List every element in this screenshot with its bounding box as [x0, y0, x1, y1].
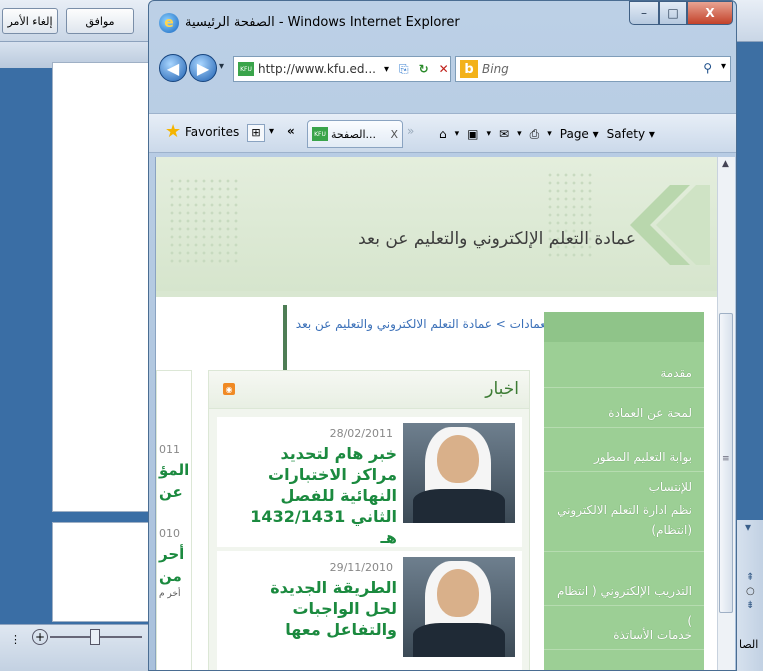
- banner-title: عمادة التعلم الإلكتروني والتعليم عن بعد: [358, 229, 636, 249]
- bing-icon: b: [460, 60, 478, 78]
- zoom-in-icon[interactable]: +: [32, 629, 48, 645]
- news-photo: [403, 423, 515, 523]
- address-input[interactable]: KFU http://www.kfu.ed... ▾ ⎘ ↻ ✕: [233, 56, 451, 82]
- rss-icon[interactable]: ◉: [223, 383, 235, 395]
- scrollbar-thumb[interactable]: ≡: [719, 313, 733, 613]
- banner-pattern: [168, 177, 238, 267]
- status-text: الصا: [739, 638, 759, 651]
- news-headline-link[interactable]: خبر هام لتحديد مراكز الاختبارات النهائية…: [237, 443, 397, 548]
- tab-close-icon[interactable]: X: [390, 128, 398, 141]
- mail-icon[interactable]: ✉: [499, 127, 509, 141]
- grip-icon: ≡: [722, 454, 730, 464]
- news-panel: اخبار ◉ 28/02/2011 خبر هام لتحديد مراكز …: [208, 370, 530, 670]
- maximize-button[interactable]: □: [659, 1, 687, 25]
- home-dropdown-icon[interactable]: ▾: [455, 129, 460, 139]
- address-dropdown-icon[interactable]: ▾: [384, 64, 389, 75]
- sidebar-item-lms[interactable]: نظم ادارة التعلم الالكتروني (انتظام): [544, 490, 704, 552]
- left-headline-link[interactable]: من: [159, 567, 182, 585]
- feeds-icon[interactable]: ▣: [467, 127, 478, 141]
- left-headline-link[interactable]: المؤ: [159, 461, 189, 479]
- ie-logo-icon: e: [159, 13, 179, 33]
- scroll-up-icon[interactable]: ▲: [722, 159, 729, 169]
- tabs-scroll-right-icon[interactable]: »: [407, 124, 414, 138]
- sidebar-item-portal[interactable]: بوابة التعليم المطور للإنتساب: [544, 442, 704, 494]
- safety-menu[interactable]: Safety ▾: [607, 127, 655, 141]
- stop-icon[interactable]: ✕: [439, 62, 449, 76]
- home-icon[interactable]: ⌂: [439, 127, 447, 141]
- print-dropdown-icon[interactable]: ▾: [547, 129, 552, 139]
- chevron-down-icon[interactable]: ▾: [745, 520, 751, 534]
- page-menu[interactable]: Page ▾: [560, 127, 599, 141]
- news-item[interactable]: 28/02/2011 خبر هام لتحديد مراكز الاختبار…: [217, 417, 522, 547]
- prev-page-icon[interactable]: ⇞: [746, 572, 754, 583]
- mail-dropdown-icon[interactable]: ▾: [517, 129, 522, 139]
- refresh-icon[interactable]: ↻: [419, 62, 429, 76]
- left-headline-link[interactable]: عن: [159, 483, 183, 501]
- compatibility-icon[interactable]: ⎘: [399, 62, 409, 77]
- zoom-slider[interactable]: ⋮ +: [0, 624, 150, 671]
- feeds-dropdown-icon[interactable]: ▾: [487, 129, 492, 139]
- address-url: http://www.kfu.ed...: [258, 62, 376, 76]
- news-headline-link[interactable]: الطريقة الجديدة لحل الواجبات والتفاعل مع…: [237, 577, 397, 640]
- title-bar: e الصفحة الرئيسية - Windows Internet Exp…: [149, 1, 736, 43]
- cancel-button[interactable]: إلغاء الأمر: [2, 8, 58, 34]
- tab-strip: ⊞ ▾ « KFU الصفحة... X »: [247, 118, 437, 150]
- site-favicon: KFU: [238, 62, 254, 76]
- select-browse-icon[interactable]: ○: [746, 586, 755, 597]
- status-text: ⋮: [10, 633, 21, 646]
- news-title: اخبار: [485, 379, 519, 399]
- print-icon[interactable]: ⎙: [530, 127, 540, 142]
- command-bar: ⌂ ▾ ▣ ▾ ✉ ▾ ⎙ ▾ Page ▾ Safety ▾: [439, 122, 736, 146]
- sidebar-item-training[interactable]: التدريب الإلكتروني ( انتظام ): [544, 576, 704, 628]
- chevron-logo-icon: [630, 185, 710, 265]
- tab-active[interactable]: KFU الصفحة... X: [307, 120, 403, 148]
- left-date: 011: [159, 443, 180, 456]
- document-page: [52, 522, 150, 622]
- tab-list-icon[interactable]: ▾: [269, 126, 274, 137]
- web-page: عمادة التعلم الإلكتروني والتعليم عن بعد …: [155, 157, 717, 670]
- search-icon[interactable]: ⚲: [703, 61, 712, 75]
- left-date: 010: [159, 527, 180, 540]
- tabs-scroll-left-icon[interactable]: «: [287, 124, 295, 138]
- tab-title: الصفحة...: [331, 127, 377, 141]
- document-page: [52, 62, 150, 512]
- tab-favicon: KFU: [312, 127, 328, 141]
- site-banner: عمادة التعلم الإلكتروني والتعليم عن بعد: [156, 157, 717, 297]
- slider-thumb[interactable]: [90, 629, 100, 645]
- search-input[interactable]: b Bing ⚲ ▾: [455, 56, 731, 82]
- next-page-icon[interactable]: ⇟: [746, 600, 754, 611]
- ie-window: e الصفحة الرئيسية - Windows Internet Exp…: [148, 0, 737, 671]
- left-news-column: 011 المؤ عن 010 أحر من أخر م: [156, 370, 192, 670]
- ok-button[interactable]: موافق: [66, 8, 134, 34]
- news-photo: [403, 557, 515, 657]
- back-icon[interactable]: ◀: [159, 54, 187, 82]
- forward-icon[interactable]: ▶: [189, 54, 217, 82]
- news-date: 29/11/2010: [329, 561, 393, 574]
- quick-tabs-icon[interactable]: ⊞: [247, 124, 265, 142]
- sidebar-menu: مقدمة لمحة عن العمادة بوابة التعليم المط…: [544, 312, 704, 670]
- left-more-text: أخر م: [159, 589, 181, 599]
- window-title: الصفحة الرئيسية - Windows Internet Explo…: [185, 15, 460, 30]
- background-scroll-controls: ▾ ⇞ ○ ⇟ الصا: [737, 520, 763, 671]
- left-headline-link[interactable]: أحر: [159, 545, 184, 563]
- search-placeholder: Bing: [482, 62, 509, 76]
- sidebar-item-about[interactable]: لمحة عن العمادة: [544, 398, 704, 428]
- favorites-command-bar: ★ Favorites ⊞ ▾ « KFU الصفحة... X » ⌂ ▾ ▣…: [149, 113, 736, 153]
- close-button[interactable]: X: [687, 1, 733, 25]
- sidebar-item-intro[interactable]: مقدمة: [544, 358, 704, 388]
- news-date: 28/02/2011: [329, 427, 393, 440]
- favorites-star-icon[interactable]: ★: [165, 123, 183, 141]
- recent-pages-icon[interactable]: ▾: [219, 61, 224, 72]
- search-options-icon[interactable]: ▾: [721, 61, 726, 72]
- news-item[interactable]: 29/11/2010 الطريقة الجديدة لحل الواجبات …: [217, 551, 522, 670]
- news-header: اخبار ◉: [209, 371, 529, 409]
- sidebar-item-faculty[interactable]: خدمات الأساتذة: [544, 620, 704, 650]
- minimize-button[interactable]: –: [629, 1, 659, 25]
- favorites-button[interactable]: Favorites: [185, 125, 239, 139]
- address-row: ◀ ▶ ▾ KFU http://www.kfu.ed... ▾ ⎘ ↻ ✕ b…: [149, 49, 736, 93]
